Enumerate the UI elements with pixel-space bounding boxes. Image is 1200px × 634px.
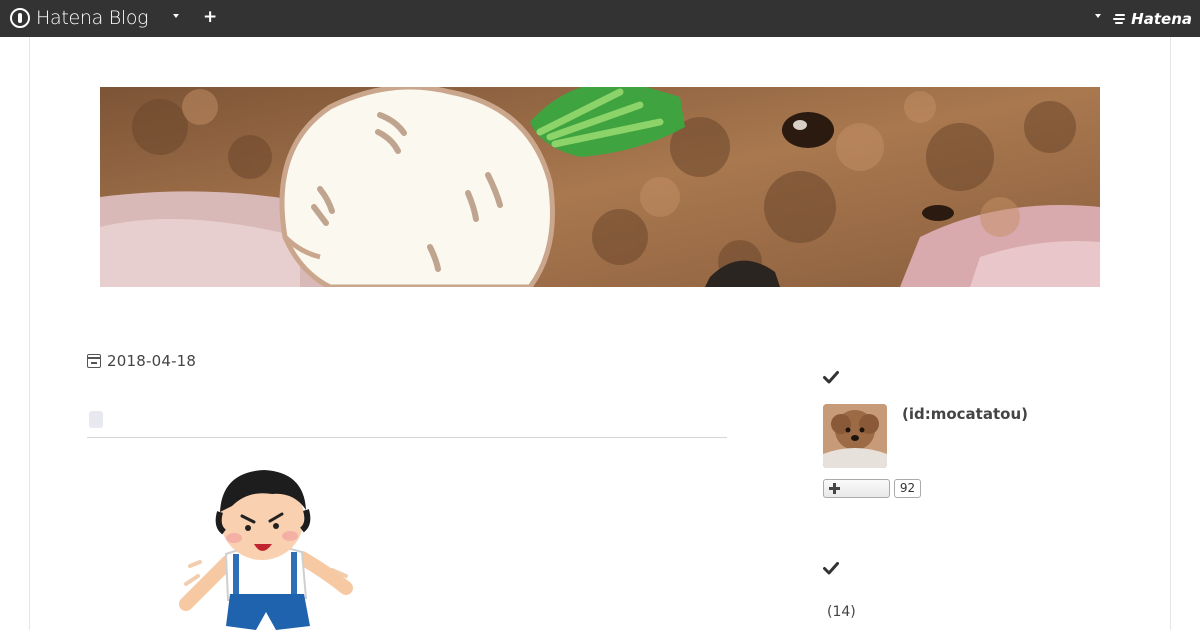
profile-section-check-icon [823, 371, 839, 384]
plus-icon[interactable]: + [203, 9, 217, 26]
article-title[interactable] [89, 411, 103, 428]
chevron-down-icon[interactable] [173, 14, 179, 18]
hatena-blog-logo-text: Hatena Blog [36, 7, 149, 29]
global-header: Hatena Blog + Hatena [0, 0, 1200, 37]
article-date[interactable]: 2018-04-18 [87, 352, 196, 370]
hatena-logo-icon [1113, 14, 1127, 24]
profile-user-id[interactable]: (id:mocatatou) [902, 405, 1028, 423]
archive-section-check-icon [823, 562, 839, 575]
hatena-logo[interactable]: Hatena [1113, 10, 1192, 28]
title-divider [87, 437, 727, 438]
hatena-blog-logo[interactable]: Hatena Blog [10, 7, 149, 29]
follow-button[interactable] [823, 479, 890, 498]
follower-count-badge[interactable]: 92 [894, 479, 921, 498]
article-illustration-boy [176, 466, 356, 630]
article-date-text: 2018-04-18 [107, 352, 197, 370]
archive-entry-count[interactable]: (14) [827, 604, 856, 620]
user-menu-chevron-down-icon[interactable] [1095, 14, 1101, 18]
hatena-logo-text: Hatena [1131, 10, 1192, 28]
avatar[interactable] [823, 404, 887, 468]
hatena-blog-logo-icon [10, 8, 30, 28]
blog-header-image[interactable] [100, 87, 1100, 287]
calendar-icon [87, 354, 101, 368]
header-illustration [100, 87, 1100, 287]
